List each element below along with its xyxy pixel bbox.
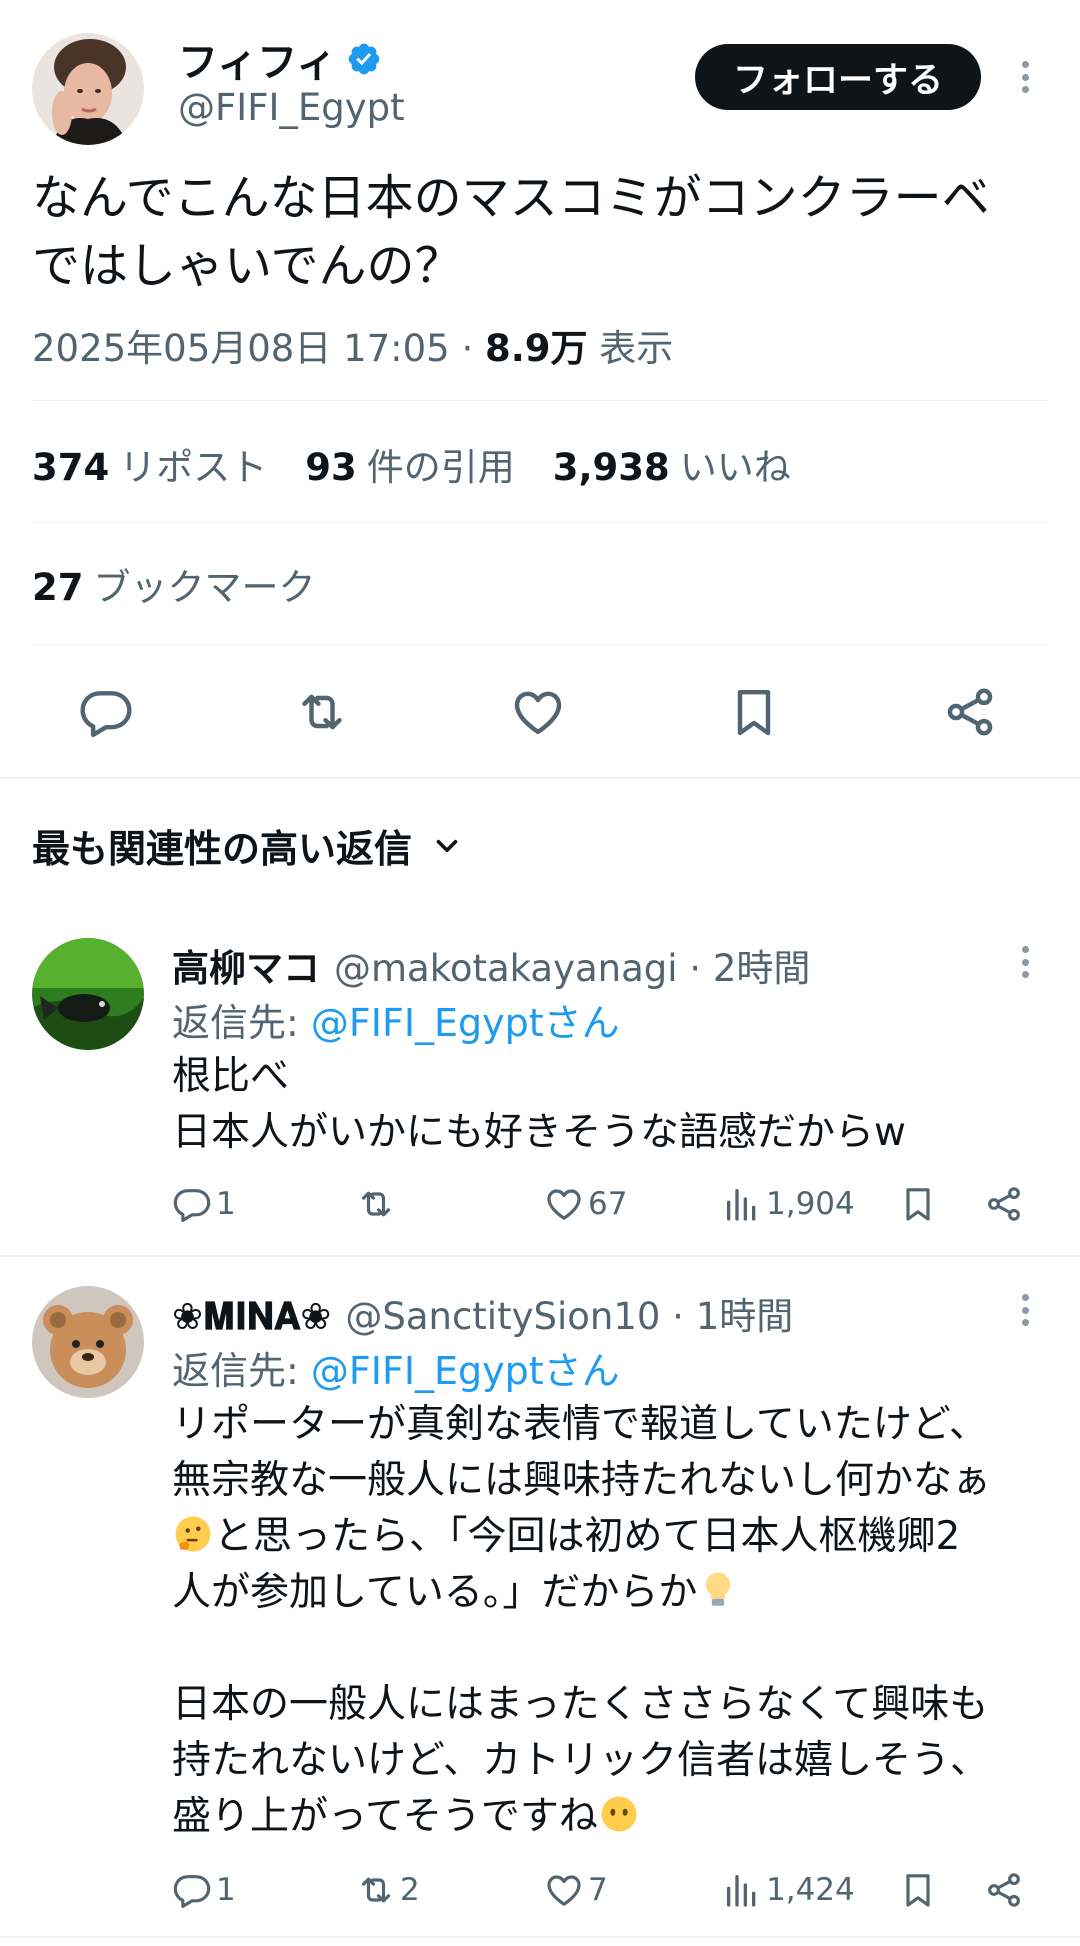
bookmark-icon	[906, 1874, 930, 1907]
light-bulb-emoji-icon	[706, 1572, 731, 1606]
reply-button[interactable]	[78, 684, 138, 744]
repost-icon	[361, 1877, 391, 1903]
reply-divider	[0, 1936, 1080, 1938]
reply-header: 高柳マコ @makotakayanagi · 2時間	[172, 938, 810, 992]
author-name-row: フィフィ	[178, 30, 382, 88]
reply-item[interactable]: ❀𝐌𝐈𝐍𝐀❀ @SanctitySion10 · 1時間 返信先: @FIFI_…	[0, 1268, 1080, 1944]
follow-button[interactable]: フォローする	[695, 44, 981, 110]
views-chart-icon	[727, 1875, 756, 1907]
reply-bookmark-button[interactable]	[898, 1870, 942, 1910]
reply-views-button[interactable]: 1,904	[722, 1184, 855, 1224]
reply-text: 根比べ 日本人がいかにも好きそうな語感だからw	[172, 1054, 906, 1155]
author-name[interactable]: フィフィ	[178, 30, 336, 88]
heart-icon	[514, 691, 562, 735]
bookmark-button[interactable]	[726, 684, 786, 744]
reply-reply-button[interactable]: 1	[172, 1870, 236, 1910]
replies-sort-dropdown[interactable]: 最も関連性の高い返信	[32, 818, 464, 873]
face-without-mouth-emoji-icon	[601, 1796, 637, 1832]
thinking-face-emoji-icon	[175, 1516, 211, 1552]
views-count: 1,424	[766, 1872, 855, 1908]
repost-count: 2	[400, 1872, 420, 1908]
reply-item[interactable]: 高柳マコ @makotakayanagi · 2時間 返信先: @FIFI_Eg…	[0, 920, 1080, 1256]
reply-icon	[173, 1189, 211, 1222]
bookmarks-stat[interactable]: 27 ブックマーク	[32, 557, 316, 611]
section-divider	[0, 777, 1080, 779]
like-count: 7	[588, 1872, 608, 1908]
reply-count: 1	[216, 1186, 236, 1222]
heart-icon	[547, 1875, 581, 1906]
like-count: 67	[588, 1186, 628, 1222]
reply-text: リポーターが真剣な表情で報道していたけど、 無宗教な一般人には興味持たれないし何…	[172, 1402, 992, 1839]
divider	[32, 644, 1048, 645]
reply-to: 返信先: @FIFI_Egyptさん	[172, 1001, 620, 1045]
like-button[interactable]	[510, 684, 570, 744]
repost-icon	[361, 1191, 391, 1217]
author-avatar[interactable]	[32, 33, 144, 145]
main-tweet: フィフィ @FIFI_Egypt フォローする なんでこんな日本のマスコミがコン…	[0, 0, 1080, 780]
reply-share-button[interactable]	[984, 1870, 1028, 1910]
reply-avatar[interactable]	[32, 1286, 144, 1398]
views-count: 1,904	[766, 1186, 855, 1222]
reply-reply-button[interactable]: 1	[172, 1184, 236, 1224]
reply-share-button[interactable]	[984, 1184, 1028, 1224]
divider	[32, 400, 1048, 401]
reply-to: 返信先: @FIFI_Egyptさん	[172, 1349, 620, 1393]
reply-icon	[173, 1875, 211, 1908]
tweet-meta: 2025年05月08日 17:05 · 8.9万 表示	[32, 318, 673, 372]
verified-badge-icon	[349, 43, 380, 75]
tweet-text: なんでこんな日本のマスコミがコンクラーベ ではしゃいでんの？	[32, 170, 990, 294]
chevron-down-icon	[436, 839, 458, 852]
reply-avatar[interactable]	[32, 938, 144, 1050]
author-handle[interactable]: @FIFI_Egypt	[178, 86, 405, 129]
bookmark-icon	[737, 689, 771, 736]
more-options-icon[interactable]	[1013, 942, 1037, 982]
reply-divider	[0, 1255, 1080, 1257]
reply-icon	[80, 691, 132, 738]
engagement-stats: 374 リポスト 93 件の引用 3,938 いいね	[32, 437, 829, 491]
repost-icon	[302, 694, 342, 730]
reply-count: 1	[216, 1872, 236, 1908]
share-icon	[988, 1187, 1020, 1221]
reply-views-button[interactable]: 1,424	[722, 1870, 855, 1910]
reply-bookmark-button[interactable]	[898, 1184, 942, 1224]
more-options-icon[interactable]	[1013, 57, 1037, 97]
heart-icon	[547, 1189, 581, 1220]
reposts-stat[interactable]: 374 リポスト	[32, 437, 267, 491]
repost-button[interactable]	[294, 684, 354, 744]
views-label: 表示	[587, 327, 674, 370]
reply-repost-button[interactable]	[356, 1184, 400, 1224]
quotes-stat[interactable]: 93 件の引用	[305, 437, 515, 491]
bookmark-icon	[906, 1188, 930, 1221]
views-count: 8.9万	[485, 327, 588, 370]
share-button[interactable]	[942, 684, 1002, 744]
reply-to-mention[interactable]: @FIFI_Egyptさん	[311, 1349, 620, 1393]
reply-author-name[interactable]: ❀𝐌𝐈𝐍𝐀❀	[172, 1295, 331, 1339]
reply-actions: 1 2 7 1,424	[172, 1870, 1032, 1918]
share-icon	[988, 1873, 1020, 1907]
divider	[32, 522, 1048, 523]
reply-to-mention[interactable]: @FIFI_Egyptさん	[311, 1001, 620, 1045]
views-chart-icon	[727, 1189, 756, 1221]
likes-stat[interactable]: 3,938 いいね	[553, 437, 791, 491]
replies-sort-label: 最も関連性の高い返信	[32, 827, 413, 871]
reply-author-name[interactable]: 高柳マコ	[172, 938, 320, 992]
reply-author-handle[interactable]: @SanctitySion10 · 1時間	[345, 1286, 793, 1340]
reply-repost-button[interactable]: 2	[356, 1870, 420, 1910]
more-options-icon[interactable]	[1013, 1290, 1037, 1330]
reply-author-handle[interactable]: @makotakayanagi · 2時間	[334, 938, 810, 992]
share-icon	[947, 688, 993, 736]
reply-actions: 1 67 1,904	[172, 1184, 1032, 1232]
tweet-timestamp[interactable]: 2025年05月08日 17:05 ·	[32, 327, 485, 370]
reply-like-button[interactable]: 67	[544, 1184, 627, 1224]
reply-header: ❀𝐌𝐈𝐍𝐀❀ @SanctitySion10 · 1時間	[172, 1286, 793, 1340]
reply-like-button[interactable]: 7	[544, 1870, 608, 1910]
